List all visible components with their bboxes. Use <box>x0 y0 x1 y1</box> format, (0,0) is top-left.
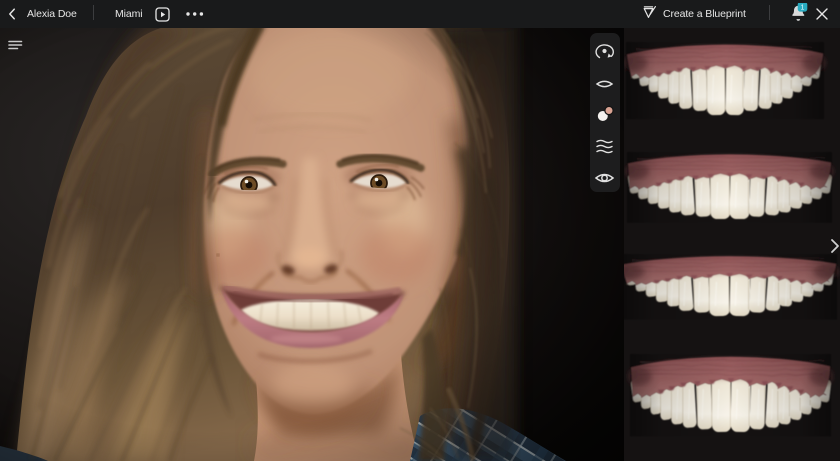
svg-text:1: 1 <box>801 4 805 11</box>
